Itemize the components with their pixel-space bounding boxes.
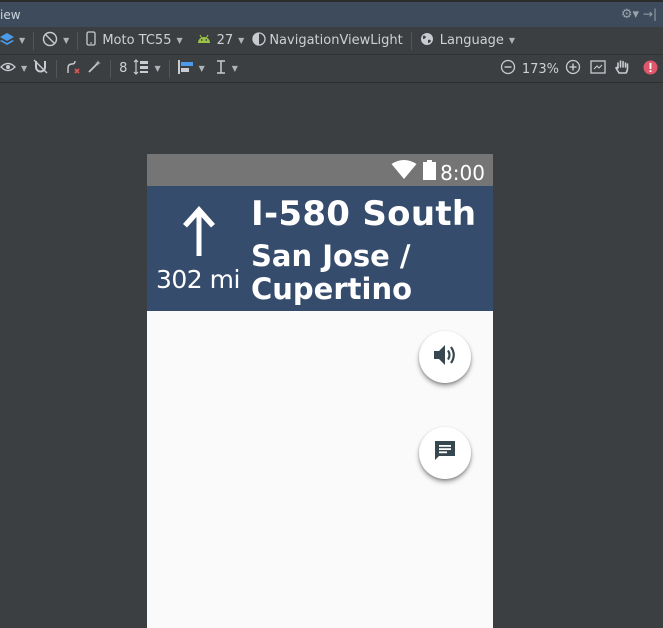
chevron-down-icon: ▼: [63, 36, 70, 45]
chevron-down-icon: ▼: [508, 36, 516, 45]
message-icon: [433, 439, 457, 467]
orientation-button[interactable]: ▼: [39, 30, 72, 52]
zoom-controls: 173%: [497, 55, 663, 83]
toolbar-divider: [410, 31, 412, 50]
chevron-down-icon: ▼: [21, 64, 28, 73]
align-left-icon: [177, 59, 194, 78]
hand-icon: [614, 59, 629, 79]
fit-screen-icon: [590, 60, 606, 78]
hide-panel-icon[interactable]: →|: [643, 7, 657, 21]
feedback-button[interactable]: [419, 427, 471, 479]
layout-options-toolbar: ▼ 8 ▼ ▼ ▼ 173%: [0, 55, 663, 83]
zoom-out-button[interactable]: [497, 58, 519, 80]
view-options-button[interactable]: ▼: [0, 58, 30, 80]
road-name: I-580 South: [251, 194, 477, 234]
toolbar-divider: [33, 31, 35, 50]
language-label: Language: [439, 33, 504, 48]
theme-icon: [252, 31, 266, 50]
volume-icon: [433, 344, 457, 370]
error-icon: [643, 60, 658, 79]
chevron-down-icon: ▼: [176, 36, 183, 45]
device-name: Moto TC55: [102, 33, 172, 48]
toolbar-divider: [168, 59, 170, 78]
theme-name: NavigationViewLight: [269, 33, 403, 48]
design-surface-button[interactable]: ▼: [0, 30, 28, 52]
destination-name: San Jose / Cupertino: [251, 239, 413, 306]
api-level-selector[interactable]: 27 ▼: [194, 30, 248, 52]
chevron-down-icon: ▼: [198, 64, 205, 73]
device-preview[interactable]: 8:00 302 mi I-580 South San Jose / Cuper…: [147, 154, 493, 628]
device-selector[interactable]: Moto TC55 ▼: [83, 30, 185, 52]
align-button[interactable]: ▼: [175, 58, 208, 80]
layout-editor-toolbar: ▼ ▼ Moto TC55 ▼ 27 ▼ NavigationViewLight…: [0, 27, 663, 55]
zoom-to-fit-button[interactable]: [587, 58, 609, 80]
theme-selector[interactable]: NavigationViewLight: [249, 30, 405, 52]
globe-icon: [420, 32, 434, 50]
phone-icon: [86, 31, 96, 50]
pack-button[interactable]: ▼: [130, 58, 163, 80]
clear-constraints-button[interactable]: [62, 58, 84, 80]
toolbar-divider: [56, 59, 58, 78]
default-margin-selector[interactable]: 8: [116, 58, 130, 80]
magic-wand-icon: [87, 59, 102, 78]
pan-button[interactable]: [612, 58, 632, 80]
autoconnect-toggle[interactable]: [30, 58, 51, 80]
pack-icon: [133, 58, 149, 79]
wifi-icon: [391, 160, 417, 184]
zoom-in-button[interactable]: [562, 58, 584, 80]
arrow-up-icon: [182, 206, 216, 260]
navigation-instruction-banner: 302 mi I-580 South San Jose / Cupertino: [147, 186, 493, 311]
chevron-down-icon: ▼: [231, 64, 238, 73]
margin-value: 8: [119, 61, 128, 76]
tool-window-title-bar: iew ⚙▾ →|: [0, 0, 663, 27]
zoom-level: 173%: [521, 61, 559, 77]
chevron-down-icon: ▼: [154, 64, 161, 73]
rotate-icon: [42, 31, 58, 51]
distance-remaining: 302 mi: [156, 265, 240, 294]
magnet-off-icon: [33, 59, 48, 78]
toolbar-divider: [77, 31, 79, 50]
android-icon: [197, 33, 211, 48]
clear-constraints-icon: [65, 59, 81, 79]
chevron-down-icon: ▼: [19, 36, 26, 45]
zoom-out-icon: [500, 59, 516, 79]
toolbar-divider: [110, 59, 112, 78]
chevron-down-icon: ▼: [238, 36, 245, 45]
battery-icon: [423, 160, 436, 180]
settings-gear-icon[interactable]: ⚙▾: [621, 7, 639, 22]
layers-icon: [0, 32, 14, 50]
issues-button[interactable]: [640, 58, 661, 80]
tool-window-title: iew: [0, 8, 21, 22]
guideline-icon: [215, 59, 227, 78]
zoom-in-icon: [565, 59, 581, 79]
infer-constraints-button[interactable]: [84, 58, 105, 80]
language-selector[interactable]: Language ▼: [417, 30, 518, 52]
android-status-bar: 8:00: [147, 154, 493, 186]
sound-toggle-button[interactable]: [419, 331, 471, 383]
eye-icon: [0, 61, 16, 76]
api-level-label: 27: [216, 33, 234, 48]
status-time: 8:00: [440, 161, 485, 185]
guidelines-button[interactable]: ▼: [212, 58, 241, 80]
